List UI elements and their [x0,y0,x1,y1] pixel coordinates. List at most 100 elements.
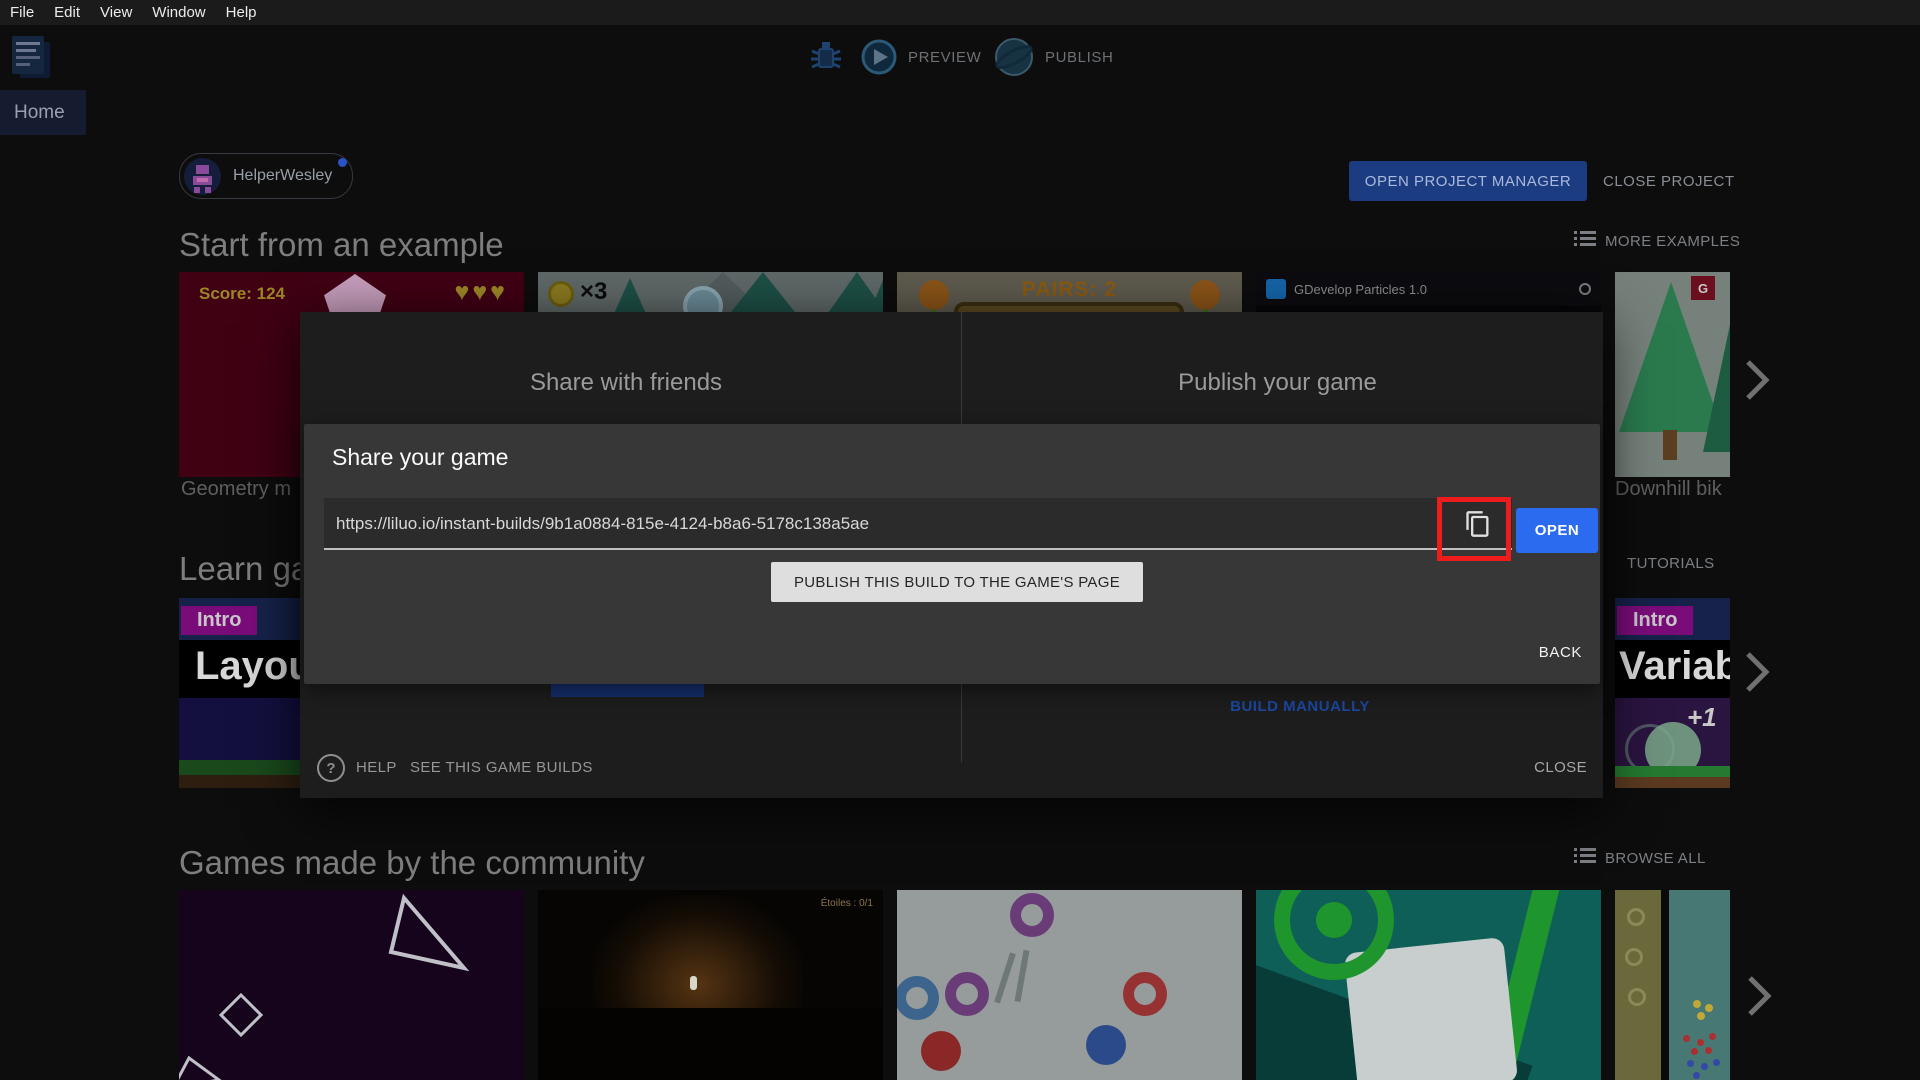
generate-link-button-sliver [551,683,704,697]
debug-bug-icon[interactable] [806,38,846,83]
more-examples-label: MORE EXAMPLES [1605,232,1741,250]
community-carousel: Étoiles : 0/1 [179,890,1730,1080]
puffer-fish [919,280,949,310]
g-badge: G [1691,276,1715,300]
ring-purple [945,972,989,1016]
tiny-character [690,976,697,990]
gdevelop-logo-small [1266,279,1286,299]
stars-counter: Étoiles : 0/1 [820,898,873,909]
disc-blue [1086,1025,1126,1065]
hearts: ♥♥♥ [454,278,508,306]
ring-purple [1010,893,1054,937]
back-button[interactable]: BACK [1539,634,1582,670]
tutorial-card-variables[interactable]: Intro Variab +1 [1615,598,1730,788]
browse-all-button[interactable]: BROWSE ALL [1574,847,1706,869]
build-manually-link[interactable]: BUILD MANUALLY [1000,698,1600,715]
menu-item-view[interactable]: View [100,4,132,21]
menu-bar: File Edit View Window Help [0,0,1920,25]
menu-item-file[interactable]: File [10,4,34,21]
open-project-manager-button[interactable]: OPEN PROJECT MANAGER [1349,161,1587,201]
publish-label: PUBLISH [1045,49,1114,66]
menu-item-help[interactable]: Help [226,4,257,21]
example-card-downhill[interactable]: G [1615,272,1730,477]
black-divider [1661,890,1669,1080]
tutorial-name: Layou [195,644,313,688]
ring-red [1123,972,1167,1016]
section-title-examples: Start from an example [179,226,504,263]
publish-build-button[interactable]: PUBLISH THIS BUILD TO THE GAME'S PAGE [771,562,1143,602]
zigzag-grass [1615,766,1730,777]
gdevelop-project-icon[interactable] [12,36,52,82]
zigzag-dirt [1615,777,1730,788]
tutorials-next-button[interactable] [1740,648,1772,701]
green-disc [1316,902,1352,938]
community-next-button[interactable] [1742,972,1774,1025]
tree-shape [1619,282,1723,432]
caption-geometry-monster: Geometry m [181,478,292,500]
share-dialog: Share with friends Publish your game BUI… [300,312,1603,798]
ground-shadow [538,1008,883,1080]
publish-button[interactable]: PUBLISH [993,36,1123,78]
community-card-shapes[interactable] [179,890,524,1080]
intro-badge: Intro [1617,606,1694,635]
puffer-fish [1190,280,1220,310]
stick [994,952,1016,1004]
section-title-learn: Learn ga [179,550,310,587]
share-panel-title: Share your game [332,444,509,470]
community-card-battle[interactable] [1615,890,1730,1080]
red-units [1683,1035,1690,1042]
more-examples-button[interactable]: MORE EXAMPLES [1574,230,1740,252]
globe-icon [993,38,1035,82]
intro-badge: Intro [181,606,258,635]
caption-downhill: Downhill bik [1615,478,1722,500]
preview-button[interactable]: PREVIEW [860,38,990,78]
community-card-teal[interactable] [1256,890,1601,1080]
open-game-button[interactable]: OPEN [1516,508,1598,553]
avatar [184,157,221,195]
menu-item-window[interactable]: Window [152,4,205,21]
list-icon [1574,230,1596,252]
tab-home[interactable]: Home [0,90,86,135]
score-label: Score: 124 [199,284,285,303]
user-chip[interactable]: HelperWesley [179,153,354,199]
trunk-shape [1663,430,1677,460]
title-strip: Variab [1615,640,1730,698]
play-icon [860,39,898,80]
tab-publish-your-game[interactable]: Publish your game [952,342,1603,424]
info-icon [1579,283,1591,295]
disc-red [921,1031,961,1071]
examples-next-button[interactable] [1740,356,1772,409]
see-builds-link[interactable]: SEE THIS GAME BUILDS [410,759,593,776]
share-panel: Share your game OPEN PUBLISH THIS BUILD … [304,424,1600,684]
preview-label: PREVIEW [908,49,982,66]
browse-all-label: BROWSE ALL [1605,849,1706,867]
annotation-red-box [1437,497,1511,561]
share-url-input[interactable] [324,498,1458,550]
ring-blue [897,976,939,1020]
logo-front-sheet [12,36,44,74]
section-title-community: Games made by the community [179,844,645,881]
menu-item-edit[interactable]: Edit [54,4,80,21]
dialog-close-button[interactable]: CLOSE [1534,759,1587,776]
community-card-hexagons[interactable] [897,890,1242,1080]
help-icon[interactable] [317,754,345,782]
tutorials-label: TUTORIALS [1627,555,1715,572]
tutorial-name: Variab [1619,644,1730,688]
list-icon [1574,847,1596,869]
tab-share-with-friends[interactable]: Share with friends [300,342,952,424]
coin-multiplier: ×3 [580,278,608,305]
tutorials-button[interactable]: TUTORIALS [1627,555,1715,572]
blue-units [1687,1060,1694,1067]
particles-header: GDevelop Particles 1.0 [1256,272,1601,306]
username-label: HelperWesley [233,167,333,184]
particles-title: GDevelop Particles 1.0 [1294,281,1427,297]
olive-strip [1615,890,1661,1080]
close-project-button[interactable]: CLOSE PROJECT [1603,161,1735,201]
share-url-field [324,498,1512,550]
tree-shape [613,278,647,316]
community-card-night[interactable]: Étoiles : 0/1 [538,890,883,1080]
notification-dot [338,158,348,167]
help-link[interactable]: HELP [356,759,397,776]
coin-icon [548,281,574,307]
yellow-units [1693,1000,1701,1008]
